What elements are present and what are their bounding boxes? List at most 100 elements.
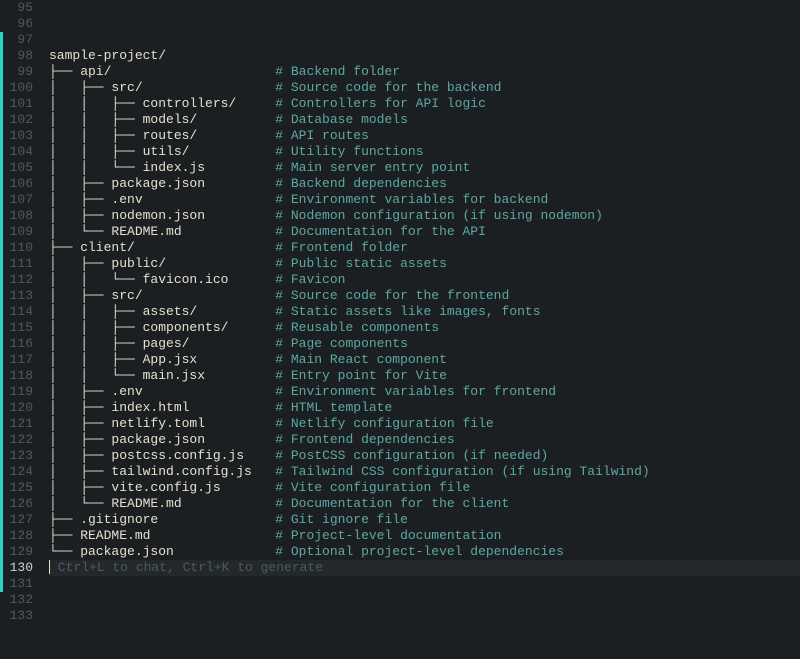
code-comment: # Optional project-level dependencies <box>275 544 564 559</box>
line-number: 130 <box>3 560 39 576</box>
code-line[interactable] <box>49 592 800 608</box>
line-number: 110 <box>3 240 39 256</box>
line-number: 128 <box>3 528 39 544</box>
line-number: 102 <box>3 112 39 128</box>
code-line[interactable]: Ctrl+L to chat, Ctrl+K to generate <box>49 560 800 576</box>
code-text: │ │ ├── pages/ <box>49 336 189 351</box>
line-number: 101 <box>3 96 39 112</box>
code-text: │ ├── tailwind.config.js <box>49 464 252 479</box>
code-line[interactable]: │ ├── vite.config.js # Vite configuratio… <box>49 480 800 496</box>
line-number: 117 <box>3 352 39 368</box>
code-text: ├── api/ <box>49 64 111 79</box>
line-number: 132 <box>3 592 39 608</box>
code-line[interactable]: │ └── README.md # Documentation for the … <box>49 224 800 240</box>
code-comment: # Source code for the frontend <box>275 288 509 303</box>
code-line[interactable]: │ ├── .env # Environment variables for b… <box>49 192 800 208</box>
code-text: │ │ └── main.jsx <box>49 368 205 383</box>
line-number: 105 <box>3 160 39 176</box>
code-line[interactable] <box>49 0 800 16</box>
code-line[interactable]: ├── .gitignore # Git ignore file <box>49 512 800 528</box>
code-line[interactable]: │ │ └── main.jsx # Entry point for Vite <box>49 368 800 384</box>
line-number: 125 <box>3 480 39 496</box>
code-comment: # Documentation for the API <box>275 224 486 239</box>
code-line[interactable]: │ ├── package.json # Frontend dependenci… <box>49 432 800 448</box>
line-number: 123 <box>3 448 39 464</box>
code-line[interactable]: │ │ ├── utils/ # Utility functions <box>49 144 800 160</box>
code-line[interactable]: │ ├── src/ # Source code for the backend <box>49 80 800 96</box>
code-text: │ │ ├── routes/ <box>49 128 197 143</box>
code-text: │ │ ├── models/ <box>49 112 197 127</box>
line-number: 124 <box>3 464 39 480</box>
code-comment: # Backend folder <box>275 64 400 79</box>
code-line[interactable] <box>49 32 800 48</box>
code-line[interactable] <box>49 16 800 32</box>
code-editor[interactable]: 9596979899100101102103104105106107108109… <box>0 0 800 659</box>
line-number: 114 <box>3 304 39 320</box>
code-comment: # Public static assets <box>275 256 447 271</box>
code-comment: # Vite configuration file <box>275 480 470 495</box>
code-line[interactable]: │ ├── tailwind.config.js # Tailwind CSS … <box>49 464 800 480</box>
line-number: 95 <box>3 0 39 16</box>
code-text: │ │ ├── components/ <box>49 320 228 335</box>
line-number: 127 <box>3 512 39 528</box>
line-number: 106 <box>3 176 39 192</box>
code-line[interactable]: │ ├── package.json # Backend dependencie… <box>49 176 800 192</box>
code-line[interactable]: │ ├── public/ # Public static assets <box>49 256 800 272</box>
code-line[interactable]: │ ├── nodemon.json # Nodemon configurati… <box>49 208 800 224</box>
line-number: 99 <box>3 64 39 80</box>
line-number: 100 <box>3 80 39 96</box>
code-comment: # Database models <box>275 112 408 127</box>
code-line[interactable]: │ ├── .env # Environment variables for f… <box>49 384 800 400</box>
code-line[interactable]: │ │ ├── pages/ # Page components <box>49 336 800 352</box>
code-line[interactable]: │ │ ├── models/ # Database models <box>49 112 800 128</box>
code-line[interactable]: └── package.json # Optional project-leve… <box>49 544 800 560</box>
code-line[interactable]: │ │ ├── App.jsx # Main React component <box>49 352 800 368</box>
code-comment: # Source code for the backend <box>275 80 501 95</box>
code-line[interactable]: │ │ ├── routes/ # API routes <box>49 128 800 144</box>
code-line[interactable]: │ ├── index.html # HTML template <box>49 400 800 416</box>
code-comment: # Frontend dependencies <box>275 432 454 447</box>
code-line[interactable]: ├── client/ # Frontend folder <box>49 240 800 256</box>
code-comment: # PostCSS configuration (if needed) <box>275 448 548 463</box>
code-text: │ │ ├── App.jsx <box>49 352 197 367</box>
line-number: 96 <box>3 16 39 32</box>
code-text: │ │ └── index.js <box>49 160 205 175</box>
code-text: │ ├── netlify.toml <box>49 416 205 431</box>
code-line[interactable]: │ ├── netlify.toml # Netlify configurati… <box>49 416 800 432</box>
line-number: 131 <box>3 576 39 592</box>
code-line[interactable]: ├── api/ # Backend folder <box>49 64 800 80</box>
code-comment: # Nodemon configuration (if using nodemo… <box>275 208 603 223</box>
code-line[interactable]: │ │ └── index.js # Main server entry poi… <box>49 160 800 176</box>
line-number: 120 <box>3 400 39 416</box>
inline-suggestion: Ctrl+L to chat, Ctrl+K to generate <box>50 560 323 575</box>
code-line[interactable]: │ ├── src/ # Source code for the fronten… <box>49 288 800 304</box>
line-number: 97 <box>3 32 39 48</box>
code-line[interactable]: │ │ ├── controllers/ # Controllers for A… <box>49 96 800 112</box>
code-line[interactable] <box>49 608 800 624</box>
line-number: 118 <box>3 368 39 384</box>
code-line[interactable]: │ ├── postcss.config.js # PostCSS config… <box>49 448 800 464</box>
code-line[interactable]: │ │ ├── assets/ # Static assets like ima… <box>49 304 800 320</box>
code-comment: # Page components <box>275 336 408 351</box>
code-line[interactable]: │ │ └── favicon.ico # Favicon <box>49 272 800 288</box>
code-line[interactable]: sample-project/ <box>49 48 800 64</box>
code-comment: # Frontend folder <box>275 240 408 255</box>
code-line[interactable]: │ └── README.md # Documentation for the … <box>49 496 800 512</box>
code-text: ├── README.md <box>49 528 150 543</box>
line-number: 115 <box>3 320 39 336</box>
code-line[interactable] <box>49 576 800 592</box>
line-number: 104 <box>3 144 39 160</box>
code-comment: # Main server entry point <box>275 160 470 175</box>
code-text: │ │ ├── utils/ <box>49 144 189 159</box>
code-text: │ └── README.md <box>49 496 182 511</box>
code-line[interactable]: ├── README.md # Project-level documentat… <box>49 528 800 544</box>
line-number-gutter: 9596979899100101102103104105106107108109… <box>3 0 39 659</box>
code-area[interactable]: sample-project/├── api/ # Backend folder… <box>39 0 800 659</box>
code-comment: # Reusable components <box>275 320 439 335</box>
code-text: │ ├── index.html <box>49 400 189 415</box>
code-line[interactable]: │ │ ├── components/ # Reusable component… <box>49 320 800 336</box>
line-number: 111 <box>3 256 39 272</box>
code-text: │ ├── public/ <box>49 256 166 271</box>
line-number: 133 <box>3 608 39 624</box>
code-comment: # Documentation for the client <box>275 496 509 511</box>
